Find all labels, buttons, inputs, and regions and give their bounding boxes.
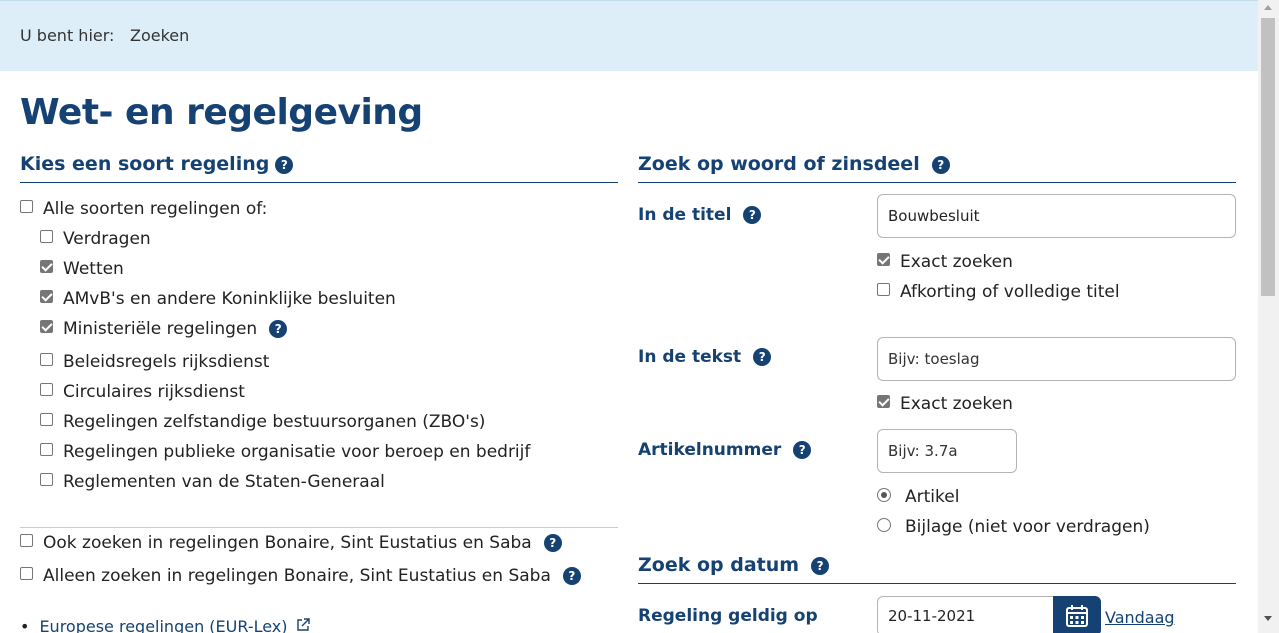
radio-selected-icon[interactable] [877,488,891,502]
checkbox-icon[interactable] [877,283,890,296]
checkbox-icon[interactable] [40,230,53,243]
checkbox-icon[interactable] [40,443,53,456]
checkbox-label: Exact zoeken [900,252,1013,272]
help-icon[interactable]: ? [811,557,830,575]
checkbox-label: Alleen zoeken in regelingen Bonaire, Sin… [43,566,551,586]
help-icon[interactable]: ? [269,320,288,338]
radio-article[interactable]: Artikel [877,487,959,507]
help-icon[interactable]: ? [931,156,950,174]
checkbox-icon[interactable] [40,413,53,426]
breadcrumb-label: U bent hier: [20,26,115,45]
help-icon[interactable]: ? [743,206,762,224]
checkbox-checked-icon[interactable] [877,395,890,408]
label-text: In de titel [638,205,732,225]
checkbox-icon[interactable] [40,353,53,366]
today-link[interactable]: Vandaag [1105,608,1175,627]
help-icon[interactable]: ? [562,567,581,585]
checkbox-bes-only[interactable]: Alleen zoeken in regelingen Bonaire, Sin… [20,566,581,586]
valid-date-label: Regeling geldig op [638,606,818,626]
checkbox-label: Afkorting of volledige titel [900,282,1120,302]
section-title-text: Zoek op woord of zinsdeel [638,153,920,175]
checkbox-label: Beleidsregels rijksdienst [63,352,270,372]
checkbox-circulaires[interactable]: Circulaires rijksdienst [40,382,245,402]
checkbox-checked-icon[interactable] [877,253,890,266]
checkbox-label: Verdragen [63,229,151,249]
section-title-regeling-type: Kies een soort regeling? [20,153,618,183]
page-title: Wet- en regelgeving [20,92,423,133]
eurlex-list-item[interactable]: • Europese regelingen (EUR-Lex) [20,617,310,633]
checkbox-all-types[interactable]: Alle soorten regelingen of: [20,199,267,219]
label-text: In de tekst [638,347,742,367]
article-field-label: Artikelnummer? [638,440,812,460]
radio-label: Artikel [905,487,960,507]
article-input[interactable] [877,429,1017,473]
help-icon[interactable]: ? [753,348,772,366]
page-viewport: U bent hier: Zoeken Wet- en regelgeving … [0,0,1258,633]
checkbox-icon[interactable] [40,473,53,486]
scrollbar-thumb[interactable] [1261,18,1275,296]
checkbox-icon[interactable] [20,534,33,547]
external-link-icon [296,618,310,631]
checkbox-ministeriele[interactable]: Ministeriële regelingen? [40,319,288,339]
checkbox-wetten[interactable]: Wetten [40,259,124,279]
checkbox-verdragen[interactable]: Verdragen [40,229,151,249]
help-icon[interactable]: ? [543,534,562,552]
scroll-down-icon[interactable] [1264,616,1272,621]
text-field-label: In de tekst? [638,347,772,367]
section-title-text: Kies een soort regeling [20,153,270,175]
checkbox-label: Circulaires rijksdienst [63,382,245,402]
checkbox-label: Wetten [63,259,124,279]
checkbox-amvb[interactable]: AMvB's en andere Koninklijke besluiten [40,289,396,309]
checkbox-label: AMvB's en andere Koninklijke besluiten [63,289,396,309]
checkbox-zbo[interactable]: Regelingen zelfstandige bestuursorganen … [40,412,485,432]
valid-date-input[interactable] [877,596,1057,633]
label-text: Artikelnummer [638,440,782,460]
checkbox-label: Exact zoeken [900,394,1013,414]
checkbox-label: Regelingen publieke organisatie voor ber… [63,442,531,462]
section-title-text: Zoek op datum [638,554,800,576]
checkbox-label: Regelingen zelfstandige bestuursorganen … [63,412,486,432]
radio-label: Bijlage (niet voor verdragen) [905,517,1150,537]
checkbox-text-exact[interactable]: Exact zoeken [877,394,1013,414]
checkbox-title-abbrev[interactable]: Afkorting of volledige titel [877,282,1120,302]
breadcrumb-current: Zoeken [130,26,190,45]
checkbox-pbo[interactable]: Regelingen publieke organisatie voor ber… [40,442,530,462]
checkbox-bes-also[interactable]: Ook zoeken in regelingen Bonaire, Sint E… [20,533,562,553]
calendar-icon [1066,605,1088,627]
checkbox-beleidsregels[interactable]: Beleidsregels rijksdienst [40,352,269,372]
checkbox-icon[interactable] [20,200,33,213]
checkbox-icon[interactable] [40,383,53,396]
checkbox-checked-icon[interactable] [40,260,53,273]
checkbox-staten-generaal[interactable]: Reglementen van de Staten-Generaal [40,472,385,492]
checkbox-title-exact[interactable]: Exact zoeken [877,252,1013,272]
section-title-word-search: Zoek op woord of zinsdeel? [638,153,1236,183]
scroll-up-icon[interactable] [1264,5,1272,10]
checkbox-label: Ook zoeken in regelingen Bonaire, Sint E… [43,533,532,553]
checkbox-label: Reglementen van de Staten-Generaal [63,472,385,492]
checkbox-icon[interactable] [20,567,33,580]
breadcrumb: U bent hier: Zoeken [0,0,1258,71]
help-icon[interactable]: ? [275,156,294,174]
radio-annex[interactable]: Bijlage (niet voor verdragen) [877,517,1150,537]
help-icon[interactable]: ? [793,441,812,459]
bullet-icon: • [20,617,30,633]
checkbox-label: Alle soorten regelingen of: [43,199,268,219]
eurlex-link[interactable]: Europese regelingen (EUR-Lex) [39,617,287,633]
checkbox-label: Ministeriële regelingen [63,319,258,339]
checkbox-checked-icon[interactable] [40,320,53,333]
title-field-label: In de titel? [638,205,762,225]
text-input[interactable] [877,337,1236,381]
checkbox-checked-icon[interactable] [40,290,53,303]
calendar-button[interactable] [1053,596,1101,633]
divider [20,527,618,528]
title-input[interactable] [877,194,1236,238]
radio-icon[interactable] [877,518,891,532]
section-title-date-search: Zoek op datum? [638,554,1236,584]
